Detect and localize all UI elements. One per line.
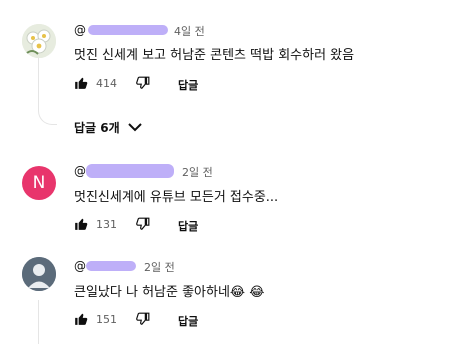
avatar[interactable] bbox=[22, 257, 56, 291]
author-handle[interactable]: @ bbox=[74, 259, 86, 273]
thumbs-up-icon[interactable] bbox=[74, 76, 88, 90]
redaction-mark bbox=[86, 261, 136, 271]
thumbs-down-icon[interactable] bbox=[136, 312, 150, 326]
chevron-down-icon bbox=[127, 121, 142, 135]
timestamp[interactable]: 2일 전 bbox=[182, 164, 213, 180]
reply-button[interactable]: 답글 bbox=[178, 77, 198, 93]
comment-text: 멋진 신세계 보고 허남준 콘텐츠 떡밥 회수하러 왔음 bbox=[74, 48, 355, 63]
comment-actions: 151 답글 bbox=[74, 312, 274, 332]
reply-button[interactable]: 답글 bbox=[178, 313, 198, 329]
like-count: 151 bbox=[96, 313, 117, 326]
thread-connector bbox=[38, 300, 39, 344]
timestamp[interactable]: 4일 전 bbox=[174, 23, 205, 39]
flower-avatar-image bbox=[22, 24, 56, 58]
author-handle[interactable]: @ bbox=[74, 164, 86, 178]
thumbs-down-icon[interactable] bbox=[136, 217, 150, 231]
comment-header: @ 4일 전 bbox=[74, 23, 274, 39]
replies-toggle-label: 답글 6개 bbox=[74, 121, 120, 135]
default-avatar-icon bbox=[22, 257, 56, 291]
comment-header: @ 2일 전 bbox=[74, 259, 274, 275]
comment-actions: 131 답글 bbox=[74, 217, 274, 237]
comment-text: 큰일났다 나 허남준 좋아하네😂 😂 bbox=[74, 285, 265, 300]
thumbs-up-icon[interactable] bbox=[74, 217, 88, 231]
thumbs-up-icon[interactable] bbox=[74, 312, 88, 326]
like-count: 131 bbox=[96, 218, 117, 231]
redaction-mark bbox=[86, 164, 174, 178]
comment-header: @ 2일 전 bbox=[74, 164, 274, 180]
avatar[interactable]: N bbox=[22, 166, 56, 200]
timestamp[interactable]: 2일 전 bbox=[144, 259, 175, 275]
replies-toggle[interactable]: 답글 6개 bbox=[74, 119, 142, 136]
redaction-mark bbox=[88, 25, 168, 35]
like-count: 414 bbox=[96, 77, 117, 90]
avatar[interactable] bbox=[22, 24, 56, 58]
author-handle[interactable]: @ bbox=[74, 23, 86, 37]
avatar-letter: N bbox=[32, 173, 46, 193]
thumbs-down-icon[interactable] bbox=[136, 76, 150, 90]
thread-connector bbox=[38, 58, 57, 125]
reply-button[interactable]: 답글 bbox=[178, 218, 198, 234]
comment-actions: 414 답글 bbox=[74, 76, 274, 96]
comment-text: 멋진신세계에 유튜브 모든거 접수중... bbox=[74, 190, 279, 205]
